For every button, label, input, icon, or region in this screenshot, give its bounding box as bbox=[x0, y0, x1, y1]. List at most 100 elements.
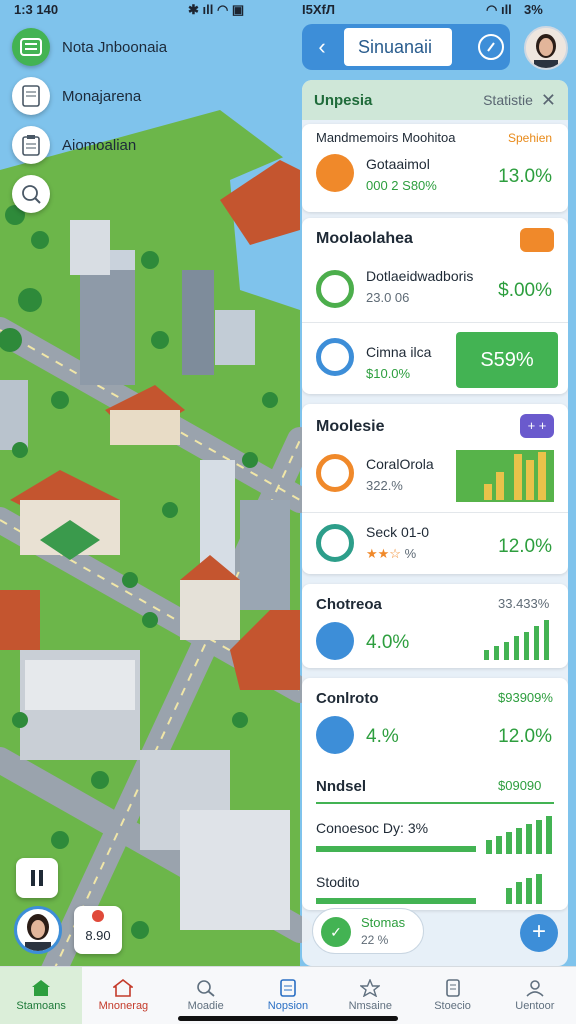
house-outline-icon bbox=[113, 979, 134, 997]
section2-row2-name: Seck 01-0 bbox=[366, 524, 430, 540]
nav-label-home: Stamoans bbox=[16, 1000, 66, 1012]
document-button[interactable] bbox=[12, 77, 50, 115]
divider bbox=[302, 512, 568, 513]
section4-title: Conlroto bbox=[316, 690, 379, 707]
document-icon bbox=[22, 85, 40, 107]
chip-row-4[interactable] bbox=[12, 175, 50, 213]
stars-icon: ★★☆ bbox=[366, 546, 401, 561]
add-button[interactable]: + bbox=[520, 914, 558, 952]
person-info-icon bbox=[316, 622, 354, 660]
section1-row2-sub: $10.0% bbox=[366, 366, 411, 381]
section2-bar-chart bbox=[456, 450, 554, 502]
section1-highlight-value[interactable]: S59% bbox=[456, 332, 558, 388]
nav-item-notes[interactable]: Stoecio bbox=[411, 967, 493, 1024]
chip-row-1[interactable]: Nota Jnboonaia bbox=[12, 28, 167, 66]
section-card-4[interactable]: Conlroto $93909% 4.% 12.0% Nndsel $09090… bbox=[302, 678, 568, 910]
top-card-tag: Spehien bbox=[508, 131, 553, 145]
avatar-portrait bbox=[526, 28, 566, 68]
pin-icon bbox=[92, 910, 104, 922]
pause-button[interactable] bbox=[16, 858, 58, 898]
target-icon bbox=[316, 338, 354, 376]
nav-label-favorites: Nmsaine bbox=[348, 1000, 392, 1012]
section4-bar-chart bbox=[316, 816, 552, 854]
section4-tag: $93909% bbox=[498, 690, 553, 705]
magnifier-icon bbox=[22, 185, 41, 204]
section3-bar-chart bbox=[484, 620, 549, 660]
section3-tag: 33.433% bbox=[498, 596, 550, 611]
status-wifi-icons: ◠ ıll bbox=[486, 2, 512, 17]
panel-header: Unpesia Statistie ✕ bbox=[302, 80, 568, 120]
section1-row2-name: Cimna ilca bbox=[366, 344, 432, 360]
section-card-1[interactable]: Moolaolahea Dotlaeidwadboris 23.0 06 $.0… bbox=[302, 218, 568, 394]
section-card-2[interactable]: Moolesie + + CoralOrola 322.% Seck 01-0 … bbox=[302, 404, 568, 574]
globe-icon bbox=[316, 716, 354, 754]
ring-teal-icon bbox=[316, 524, 354, 562]
nav-item-houses[interactable]: Mnonerag bbox=[82, 967, 164, 1024]
donut-icon bbox=[316, 270, 354, 308]
nav-label-clipboard: Nopsion bbox=[267, 1000, 309, 1012]
person-icon bbox=[526, 980, 544, 997]
section2-row2-sub: % bbox=[404, 546, 417, 561]
section2-badge[interactable]: + + bbox=[520, 414, 554, 438]
progress-line-1 bbox=[316, 802, 554, 804]
clipboard-icon bbox=[280, 979, 296, 997]
status-bar: 1:3 140 ✱ ıll ◠ ▣ I5XfЛ ◠ ıll 3% bbox=[0, 0, 576, 20]
section2-row2-sub-wrap: ★★☆ % bbox=[366, 546, 416, 562]
close-icon[interactable]: ✕ bbox=[541, 90, 556, 111]
ring-orange-icon bbox=[316, 454, 354, 492]
panel-subtitle: Statistie bbox=[483, 92, 533, 108]
star-icon bbox=[360, 979, 381, 997]
nav-label-profile: Uentoor bbox=[515, 1000, 555, 1012]
chip-label-1[interactable]: Nota Jnboonaia bbox=[62, 39, 167, 56]
list-icon bbox=[20, 38, 42, 56]
section1-row1-value: $.00% bbox=[498, 280, 552, 301]
chip-row-3[interactable]: Aiomoalian bbox=[12, 126, 136, 164]
status-chip-name: Stomas bbox=[361, 915, 406, 930]
check-icon: ✓ bbox=[321, 917, 351, 947]
section2-row2-value: 12.0% bbox=[498, 536, 552, 557]
home-icon bbox=[32, 980, 51, 996]
section1-row1-name: Dotlaeidwadboris bbox=[366, 268, 474, 284]
clipboard-button[interactable] bbox=[12, 126, 50, 164]
search-bar[interactable]: ‹ Sinuanaii bbox=[302, 24, 510, 70]
status-chip[interactable]: ✓ Stomas 22 % bbox=[312, 908, 424, 954]
top-card-value: 13.0% bbox=[498, 166, 552, 187]
clipboard-icon bbox=[22, 135, 40, 156]
back-icon[interactable]: ‹ bbox=[310, 35, 334, 59]
section2-row1-sub: 322.% bbox=[366, 478, 403, 493]
stats-panel: Unpesia Statistie ✕ Mandmemoirs Moohitoa… bbox=[302, 80, 568, 966]
compass-icon[interactable] bbox=[478, 34, 504, 60]
list-button[interactable] bbox=[12, 28, 50, 66]
search-input[interactable]: Sinuanaii bbox=[344, 28, 452, 66]
section4-line2-title: Nndsel bbox=[316, 778, 367, 795]
divider bbox=[302, 322, 568, 323]
player-portrait bbox=[25, 914, 51, 951]
compass-glyph bbox=[487, 42, 495, 52]
section-card-3[interactable]: Chotreoa 33.433% 4.0% bbox=[302, 584, 568, 668]
section3-value: 4.0% bbox=[366, 632, 410, 653]
nav-item-home[interactable]: Stamoans bbox=[0, 967, 83, 1024]
nav-label-notes: Stoecio bbox=[434, 1000, 471, 1012]
currency-badge[interactable]: 8.90 bbox=[74, 906, 122, 954]
profile-avatar[interactable] bbox=[524, 26, 568, 70]
section4-bar-chart-2 bbox=[316, 874, 542, 904]
player-avatar[interactable] bbox=[14, 906, 62, 954]
chip-row-2[interactable]: Monajarena bbox=[12, 77, 141, 115]
nav-label-search: Moadie bbox=[187, 1000, 224, 1012]
chip-label-2[interactable]: Monajarena bbox=[62, 88, 141, 105]
section1-toggle-icon[interactable] bbox=[520, 228, 554, 252]
status-center: I5XfЛ bbox=[302, 2, 335, 17]
pause-icon bbox=[31, 870, 43, 886]
section1-row1-sub: 23.0 06 bbox=[366, 290, 410, 305]
status-battery: 3% bbox=[524, 2, 543, 17]
section2-title: Moolesie bbox=[316, 418, 385, 435]
section4-sub: 4.% bbox=[366, 726, 399, 747]
currency-value: 8.90 bbox=[85, 928, 111, 943]
robot-icon bbox=[316, 154, 354, 192]
top-stat-card[interactable]: Mandmemoirs Moohitoa Spehien Gotaaimol 0… bbox=[302, 124, 568, 212]
inspect-button[interactable] bbox=[12, 175, 50, 213]
nav-item-profile[interactable]: Uentoor bbox=[494, 967, 576, 1024]
section3-title: Chotreoa bbox=[316, 596, 382, 613]
top-card-sub: 000 2 S80% bbox=[366, 178, 437, 193]
chip-label-3[interactable]: Aiomoalian bbox=[62, 137, 136, 154]
